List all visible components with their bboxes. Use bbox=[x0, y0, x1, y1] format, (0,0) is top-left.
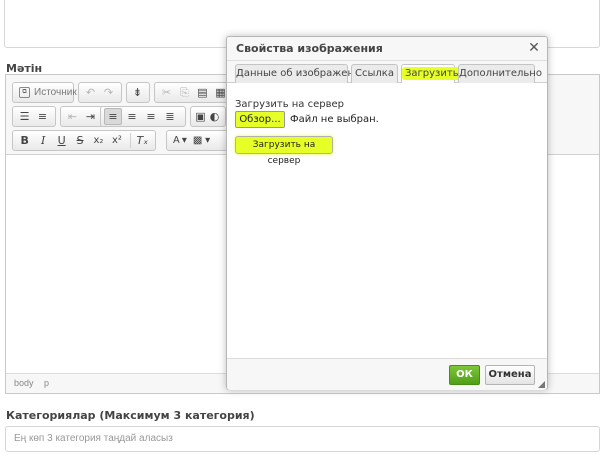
tab-upload[interactable]: Загрузить bbox=[401, 64, 462, 84]
toolbar-separator bbox=[129, 133, 131, 148]
toolbar-group-template: ⇟ bbox=[126, 82, 150, 103]
source-label: Источник bbox=[34, 87, 77, 98]
toolbar-group-source: ⧉ Источник bbox=[12, 82, 77, 103]
bold-icon[interactable]: B bbox=[16, 132, 33, 149]
browse-button[interactable]: Обзор... bbox=[235, 111, 285, 128]
dialog-tabs: Данные об изображении Ссылка Загрузить Д… bbox=[227, 61, 547, 84]
categories-input[interactable]: Ең көп 3 категория таңдай аласыз bbox=[5, 426, 600, 452]
page-break-icon[interactable]: ⇟ bbox=[130, 84, 145, 101]
ok-button[interactable]: ОК bbox=[449, 365, 480, 385]
dialog-footer: ОК Отмена bbox=[227, 358, 547, 390]
background-color-icon[interactable]: ▩ ▾ bbox=[190, 133, 213, 148]
tab-label: Ссылка bbox=[355, 68, 394, 79]
subscript-icon[interactable]: x₂ bbox=[90, 132, 107, 149]
source-button[interactable]: ⧉ Источник bbox=[16, 87, 80, 98]
toolbar-group-clipboard: ✂ ⎘ ▤ ▦ bbox=[154, 82, 234, 103]
toolbar-group-align: ≡ ≡ ≡ ≣ bbox=[100, 106, 186, 127]
resize-handle-icon[interactable] bbox=[538, 381, 545, 388]
align-justify-icon[interactable]: ≣ bbox=[161, 108, 179, 125]
undo-icon[interactable]: ↶ bbox=[82, 84, 99, 101]
bulleted-list-icon[interactable]: ≡ bbox=[34, 108, 51, 125]
toolbar-group-colors: A ▾ ▩ ▾ bbox=[166, 130, 228, 151]
strikethrough-icon[interactable]: S bbox=[71, 132, 88, 149]
align-right-icon[interactable]: ≡ bbox=[142, 108, 160, 125]
no-file-selected-text: Файл не выбран. bbox=[290, 114, 379, 125]
tab-label: Данные об изображении bbox=[236, 68, 367, 79]
toolbar-group-undo: ↶ ↷ bbox=[78, 82, 122, 103]
dialog-content: Загрузить на сервер Обзор... Файл не выб… bbox=[227, 83, 547, 358]
image-icon[interactable]: ▣ bbox=[194, 108, 207, 125]
close-icon[interactable]: ✕ bbox=[527, 40, 541, 56]
cut-icon[interactable]: ✂ bbox=[158, 84, 175, 101]
upload-to-server-label: Загрузить на сервер bbox=[235, 99, 345, 110]
tab-label: Загрузить bbox=[402, 67, 462, 80]
tab-label: Дополнительно bbox=[459, 68, 542, 79]
toolbar-group-basic-styles: B I U S x₂ x² Tₓ bbox=[12, 130, 156, 151]
flash-icon[interactable]: ◐ bbox=[208, 108, 221, 125]
categories-label: Категориялар (Максимум 3 категория) bbox=[6, 409, 255, 422]
cancel-button[interactable]: Отмена bbox=[485, 365, 535, 385]
align-center-icon[interactable]: ≡ bbox=[123, 108, 141, 125]
numbered-list-icon[interactable]: ☰ bbox=[16, 108, 33, 125]
align-left-icon[interactable]: ≡ bbox=[104, 108, 122, 125]
tab-link[interactable]: Ссылка bbox=[351, 64, 398, 83]
toolbar-group-indent: ⇤ ⇥ bbox=[60, 106, 104, 127]
paste-icon[interactable]: ▤ bbox=[194, 84, 211, 101]
redo-icon[interactable]: ↷ bbox=[100, 84, 117, 101]
upload-to-server-button[interactable]: Загрузить на сервер bbox=[235, 136, 333, 166]
toolbar-group-lists: ☰ ≡ bbox=[12, 106, 56, 127]
indent-icon[interactable]: ⇥ bbox=[82, 108, 99, 125]
italic-icon[interactable]: I bbox=[34, 132, 51, 149]
copy-icon[interactable]: ⎘ bbox=[176, 84, 193, 101]
superscript-icon[interactable]: x² bbox=[108, 132, 125, 149]
tab-advanced[interactable]: Дополнительно bbox=[458, 64, 542, 83]
toolbar-group-insert: ▣ ◐ bbox=[190, 106, 226, 127]
source-icon: ⧉ bbox=[19, 87, 30, 98]
dialog-title: Свойства изображения bbox=[236, 42, 383, 55]
text-color-icon[interactable]: A ▾ bbox=[170, 133, 190, 148]
image-properties-dialog: Свойства изображения ✕ Данные об изображ… bbox=[226, 36, 548, 390]
status-path-p[interactable]: p bbox=[44, 378, 49, 388]
tab-image-info[interactable]: Данные об изображении bbox=[235, 64, 367, 83]
remove-format-icon[interactable]: Tₓ bbox=[134, 132, 151, 149]
underline-icon[interactable]: U bbox=[53, 132, 70, 149]
status-path-body[interactable]: body bbox=[14, 378, 34, 388]
dialog-title-bar[interactable]: Свойства изображения ✕ bbox=[227, 37, 547, 61]
outdent-icon[interactable]: ⇤ bbox=[64, 108, 81, 125]
